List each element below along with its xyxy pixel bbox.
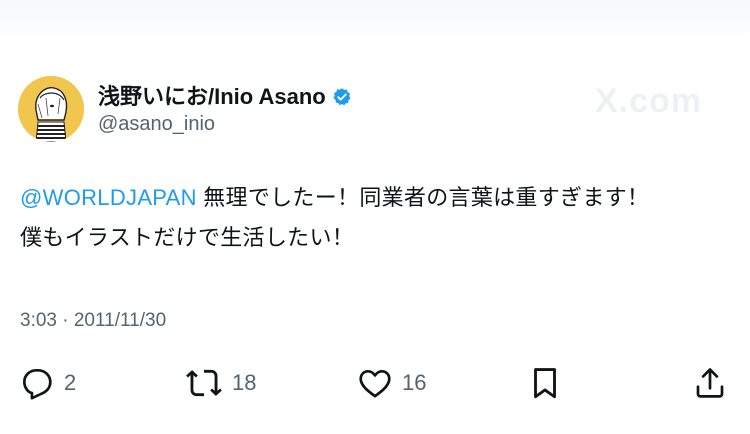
reply-count: 2 bbox=[64, 370, 77, 395]
like-count: 16 bbox=[402, 370, 427, 395]
reply-button[interactable]: 2 bbox=[18, 364, 76, 402]
bookmark-button[interactable] bbox=[526, 364, 564, 402]
tweet-card: X.com 浅野いにお/Inio Asano @asano_inio @WORL… bbox=[0, 0, 750, 434]
watermark: X.com bbox=[594, 82, 702, 120]
bookmark-icon bbox=[526, 364, 564, 402]
handle[interactable]: @asano_inio bbox=[98, 113, 352, 136]
top-fade bbox=[0, 0, 750, 44]
tweet-text-line2: 僕もイラストだけで生活したい！ bbox=[20, 225, 355, 250]
tweet-header: 浅野いにお/Inio Asano @asano_inio bbox=[18, 76, 352, 142]
reply-icon bbox=[18, 364, 56, 402]
share-button[interactable] bbox=[692, 364, 728, 402]
retweet-count: 18 bbox=[232, 370, 257, 395]
action-bar: 2 18 16 bbox=[18, 364, 728, 404]
retweet-icon bbox=[184, 364, 224, 402]
avatar[interactable] bbox=[18, 76, 84, 142]
verified-badge-icon bbox=[332, 87, 352, 107]
mention-link[interactable]: @WORLDJAPAN bbox=[20, 185, 197, 210]
tweet-text: @WORLDJAPAN 無理でしたー！同業者の言葉は重すぎます！ 僕もイラストだ… bbox=[20, 178, 730, 258]
tweet-text-line1-rest: 無理でしたー！同業者の言葉は重すぎます！ bbox=[196, 185, 650, 210]
share-icon bbox=[692, 364, 728, 402]
display-name[interactable]: 浅野いにお/Inio Asano bbox=[98, 83, 326, 111]
heart-icon bbox=[356, 364, 394, 402]
timestamp[interactable]: 3:03 · 2011/11/30 bbox=[20, 310, 166, 332]
author-names: 浅野いにお/Inio Asano @asano_inio bbox=[98, 83, 352, 136]
retweet-button[interactable]: 18 bbox=[184, 364, 256, 402]
display-name-row[interactable]: 浅野いにお/Inio Asano bbox=[98, 83, 352, 111]
avatar-illustration bbox=[18, 76, 84, 142]
tweet-text-line1: @WORLDJAPAN 無理でしたー！同業者の言葉は重すぎます！ bbox=[20, 178, 730, 218]
like-button[interactable]: 16 bbox=[356, 364, 426, 402]
